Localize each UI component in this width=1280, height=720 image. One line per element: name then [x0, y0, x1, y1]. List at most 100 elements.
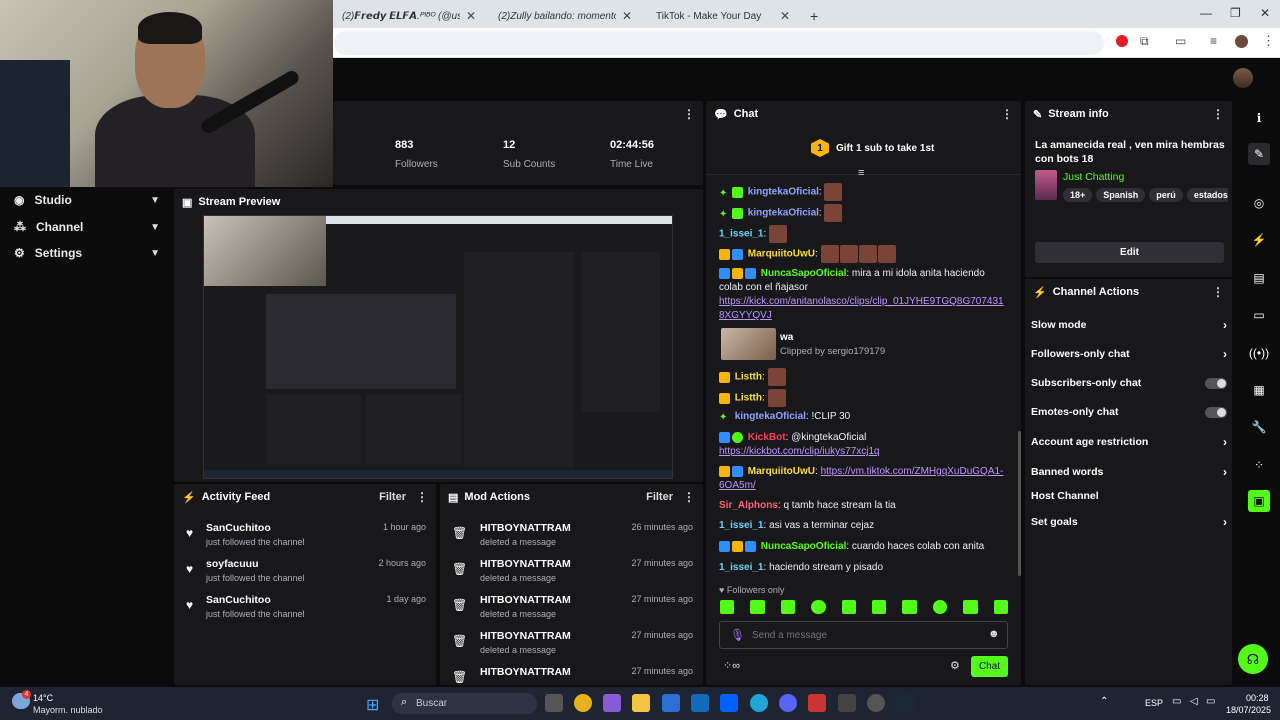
sidebar-item-channel[interactable]: ⁂ Channel ▼ — [14, 217, 160, 237]
chat-input[interactable] — [752, 626, 972, 644]
clock-time[interactable]: 00:28 — [1246, 693, 1269, 703]
steam-icon[interactable] — [896, 694, 914, 712]
minimize-icon[interactable]: — — [1200, 6, 1212, 20]
pin-icon[interactable]: ≡ — [858, 167, 864, 179]
action-followers-only[interactable]: Followers-only chat › — [1031, 347, 1227, 361]
sidebar-item-settings[interactable]: ⚙ Settings ▼ — [14, 243, 160, 263]
emotes-only-toggle[interactable] — [1205, 406, 1227, 418]
close-icon[interactable]: ✕ — [466, 9, 476, 23]
extension-icon[interactable] — [1116, 35, 1128, 47]
cast-icon[interactable]: ▭ — [1175, 34, 1186, 48]
action-subscribers-only[interactable]: Subscribers-only chat — [1031, 377, 1227, 389]
close-icon[interactable]: ✕ — [780, 9, 790, 23]
sidebar-item-studio[interactable]: ◉ Studio ▼ — [14, 190, 160, 210]
action-host-channel[interactable]: Host Channel — [1031, 490, 1227, 502]
maximize-icon[interactable]: ❐ — [1230, 6, 1241, 20]
chat-user[interactable]: kingtekaOficial — [735, 411, 806, 422]
action-account-age[interactable]: Account age restriction › — [1031, 435, 1227, 449]
target-icon[interactable]: ◎ — [1248, 192, 1270, 214]
apps-icon[interactable]: ⁘ — [1248, 454, 1270, 476]
chrome-icon[interactable] — [574, 694, 592, 712]
emote-icon[interactable] — [811, 600, 826, 614]
chat-user[interactable]: NuncaSapoOficial — [761, 541, 847, 552]
clip-card[interactable]: wa Clipped by sergio179179 — [719, 328, 1009, 360]
action-slow-mode[interactable]: Slow mode › — [1031, 318, 1227, 332]
emote-icon[interactable] — [993, 600, 1009, 614]
mod-user[interactable]: HITBOYNATTRAM — [480, 558, 571, 570]
chat-user[interactable]: MarquiitoUwU — [748, 249, 815, 260]
more-icon[interactable]: ⋮ — [1212, 107, 1224, 121]
emote-icon[interactable] — [902, 600, 917, 614]
folder-icon[interactable] — [632, 694, 650, 712]
mod-user[interactable]: HITBOYNATTRAM — [480, 666, 571, 678]
category-link[interactable]: Just Chatting — [1063, 171, 1124, 183]
app-icon[interactable]: ▣ — [1248, 490, 1270, 512]
app-icon[interactable] — [808, 694, 826, 712]
chat-user[interactable]: kingtekaOficial — [748, 208, 819, 219]
obs-icon[interactable] — [867, 694, 885, 712]
capcut-icon[interactable] — [838, 694, 856, 712]
gear-icon[interactable]: ⚙ — [950, 659, 960, 672]
points-icon[interactable]: ⁘∞ — [723, 659, 740, 672]
dropbox-icon[interactable] — [720, 694, 738, 712]
discord-icon[interactable] — [779, 694, 797, 712]
browser-tab-3[interactable]: TikTok - Make Your Day ✕ — [648, 4, 798, 28]
puzzle-icon[interactable]: ⧉ — [1140, 34, 1149, 49]
subscribers-only-toggle[interactable] — [1205, 377, 1227, 389]
edit-button[interactable]: Edit — [1035, 242, 1224, 263]
chat-icon[interactable]: ▭ — [1248, 304, 1270, 326]
windows-start-icon[interactable]: ⊞ — [366, 695, 379, 715]
chat-user[interactable]: 1_issei_1 — [719, 520, 764, 531]
more-icon[interactable]: ⋮ — [1001, 107, 1013, 121]
more-icon[interactable]: ⋮ — [683, 107, 695, 121]
chat-user[interactable]: NuncaSapoOficial — [761, 268, 847, 279]
chat-user[interactable]: Sir_Alphons — [719, 500, 778, 511]
battery-icon[interactable]: ▭ — [1206, 696, 1215, 707]
feed-user[interactable]: SanCuchitoo — [206, 594, 271, 606]
clock-date[interactable]: 18/07/2025 — [1226, 705, 1271, 715]
taskview-icon[interactable] — [545, 694, 563, 712]
feed-user[interactable]: soyfacuuu — [206, 558, 259, 570]
gift-banner[interactable]: 1 Gift 1 sub to take 1st ≡ — [706, 129, 1021, 179]
action-emotes-only[interactable]: Emotes-only chat — [1031, 406, 1227, 418]
emote-icon[interactable] — [963, 600, 978, 614]
emote-icon[interactable] — [872, 600, 887, 614]
language-indicator[interactable]: ESP — [1145, 698, 1163, 708]
browser-tab-2[interactable]: (2)Zully bailando: momentos d ✕ — [490, 4, 640, 28]
emote-icon[interactable] — [720, 600, 735, 614]
pencil-icon[interactable]: ✎ — [1248, 143, 1270, 165]
filter-button[interactable]: Filter — [646, 491, 673, 503]
window-close-icon[interactable]: ✕ — [1260, 6, 1270, 20]
more-icon[interactable]: ⋮ — [1212, 285, 1224, 299]
action-banned-words[interactable]: Banned words › — [1031, 465, 1227, 479]
layout-icon[interactable]: ▦ — [1248, 379, 1270, 401]
new-tab-button[interactable]: + — [802, 4, 826, 28]
info-icon[interactable]: ℹ — [1248, 107, 1270, 129]
more-icon[interactable]: ⋮ — [416, 490, 428, 504]
app-icon[interactable] — [603, 694, 621, 712]
chat-scrollbar[interactable] — [1018, 431, 1021, 576]
action-set-goals[interactable]: Set goals › — [1031, 515, 1227, 529]
chat-user[interactable]: 1_issei_1 — [719, 562, 764, 573]
chat-link[interactable]: https://kick.com/anitanolasco/clips/clip… — [719, 295, 1009, 323]
media-icon[interactable]: ≡ — [1210, 34, 1217, 48]
close-icon[interactable]: ✕ — [622, 9, 632, 23]
taskbar-search[interactable]: ⌕ Buscar — [392, 693, 537, 714]
broadcast-icon[interactable]: ((•)) — [1248, 342, 1270, 364]
outlook-icon[interactable] — [691, 694, 709, 712]
emote-icon[interactable] — [841, 600, 857, 614]
chat-user[interactable]: 1_issei_1 — [719, 229, 764, 240]
chat-user[interactable]: kingtekaOficial — [748, 187, 819, 198]
bolt-icon[interactable]: ⚡ — [1248, 229, 1270, 251]
chat-input-box[interactable]: 🎙 ☻ — [719, 621, 1008, 649]
chat-user[interactable]: Listth — [735, 393, 762, 404]
chat-user[interactable]: KickBot — [748, 432, 786, 443]
wrench-icon[interactable]: 🔧 — [1248, 416, 1270, 438]
emoji-icon[interactable]: ☻ — [988, 628, 1000, 640]
mic-icon[interactable]: 🎙 — [730, 628, 745, 642]
chevron-up-icon[interactable]: ⌃ — [1100, 696, 1108, 707]
volume-icon[interactable]: ◁ — [1190, 696, 1198, 707]
store-icon[interactable] — [662, 694, 680, 712]
chat-user[interactable]: MarquiitoUwU — [748, 466, 815, 477]
url-field[interactable] — [334, 31, 1104, 55]
